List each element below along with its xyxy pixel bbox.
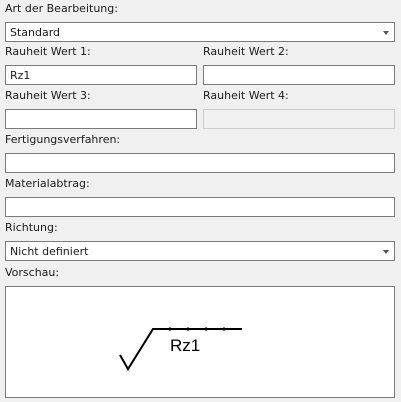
richtung-dropdown[interactable]: Nicht definiert <box>5 241 395 261</box>
fertigungsverfahren-label: Fertigungsverfahren: <box>5 133 121 146</box>
rauheit-wert-1-label: Rauheit Wert 1: <box>5 45 91 58</box>
fertigungsverfahren-field[interactable] <box>5 153 395 173</box>
chevron-down-icon <box>383 31 389 35</box>
rauheit-wert-3-label: Rauheit Wert 3: <box>5 89 91 102</box>
art-der-bearbeitung-label: Art der Bearbeitung: <box>5 2 118 15</box>
rauheit-wert-2-label: Rauheit Wert 2: <box>203 45 289 58</box>
surface-roughness-symbol: Rz1 <box>119 327 242 371</box>
rauheit-wert-1-field[interactable]: Rz1 <box>5 65 197 85</box>
vorschau-label: Vorschau: <box>5 266 60 279</box>
art-der-bearbeitung-dropdown[interactable]: Standard <box>5 22 395 42</box>
rauheit-wert-4-field <box>203 109 395 129</box>
rauheit-wert-1-value: Rz1 <box>10 69 31 82</box>
art-der-bearbeitung-value: Standard <box>10 26 61 39</box>
roughness-symbol-text: Rz1 <box>170 336 200 355</box>
materialabtrag-field[interactable] <box>5 197 395 217</box>
rauheit-wert-2-field[interactable] <box>203 65 395 85</box>
vorschau-preview-panel: Rz1 <box>5 286 395 398</box>
rauheit-wert-3-field[interactable] <box>5 109 197 129</box>
materialabtrag-label: Materialabtrag: <box>5 177 90 190</box>
richtung-value: Nicht definiert <box>10 245 89 258</box>
richtung-label: Richtung: <box>5 221 58 234</box>
rauheit-wert-4-label: Rauheit Wert 4: <box>203 89 289 102</box>
chevron-down-icon <box>383 250 389 254</box>
